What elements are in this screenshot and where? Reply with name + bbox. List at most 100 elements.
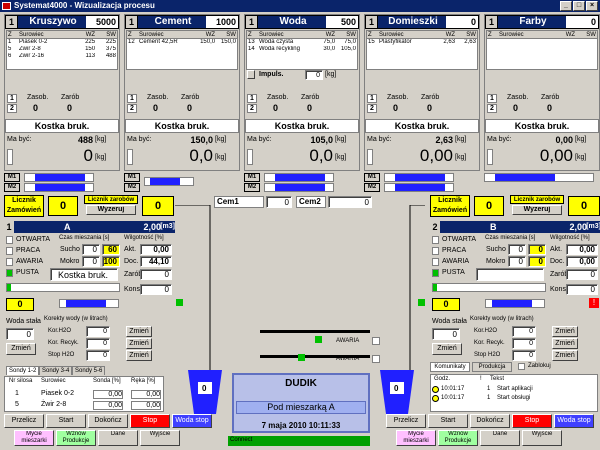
- zarob-value: 0: [547, 103, 553, 113]
- recipe-grid[interactable]: Z Surowiec WZ SW 13 Woda czysta 75,0 75,0 14 Woda…: [246, 30, 358, 70]
- correction-value[interactable]: 0: [86, 326, 110, 337]
- corrections-title: Korekty wody (w litrach): [44, 316, 108, 322]
- stop-button[interactable]: Stop: [130, 414, 170, 428]
- plant-diagram: [175, 205, 425, 375]
- maximize-button[interactable]: □: [573, 1, 585, 11]
- water-value[interactable]: 0: [6, 328, 34, 340]
- lock-checkbox[interactable]: [518, 363, 525, 370]
- wyjscie-button[interactable]: Wyjście: [522, 430, 562, 446]
- sucho-b[interactable]: 60: [102, 244, 120, 255]
- water-value[interactable]: 0: [432, 328, 460, 340]
- silo-capacity[interactable]: 1000: [206, 16, 238, 28]
- orders-counter-value: 0: [474, 196, 504, 216]
- ma-byc-value: 150,0: [190, 135, 213, 145]
- motor-m2[interactable]: M2: [4, 183, 20, 192]
- correction-change-button[interactable]: Zmień: [126, 338, 152, 349]
- correction-change-button[interactable]: Zmień: [126, 326, 152, 337]
- change-water-button[interactable]: Zmień: [6, 343, 36, 355]
- change-water-button[interactable]: Zmień: [432, 343, 462, 355]
- recipe-grid[interactable]: Z Surowiec WZ SW 1 Piasek 0-2 225 225 5 Żwir 2-8 1…: [6, 30, 118, 70]
- dokoncz-button[interactable]: Dokończ: [88, 414, 128, 428]
- reset-button[interactable]: Wyzeruj: [86, 205, 136, 215]
- tab-sondy-1[interactable]: Sondy 3-4: [39, 366, 73, 375]
- silo-capacity[interactable]: 0: [566, 16, 598, 28]
- mycie-button[interactable]: Mycie mieszarki: [14, 430, 54, 446]
- przelicz-button[interactable]: Przelicz: [386, 414, 426, 428]
- recipe-grid[interactable]: Z Surowiec WZ SW 15 Plastyfikator 2,63 2,63: [366, 30, 478, 70]
- motor-m1[interactable]: M1: [4, 173, 20, 182]
- table-row[interactable]: 15 Plastyfikator 2,63 2,63: [367, 39, 477, 46]
- correction-change-button[interactable]: Zmień: [552, 338, 578, 349]
- table-row[interactable]: 5 Żwir 2-8 150 375: [7, 46, 117, 53]
- sondy-cell[interactable]: 0,00: [93, 401, 123, 410]
- sondy-cell[interactable]: 0,00: [93, 390, 123, 399]
- correction-value[interactable]: 0: [86, 350, 110, 361]
- dane-button[interactable]: Dane: [480, 430, 520, 446]
- recipe-name: Kostka bruk.: [125, 119, 239, 133]
- wodastop-button[interactable]: Woda stop: [554, 414, 594, 428]
- motor-m2[interactable]: M2: [124, 183, 140, 192]
- correction-value[interactable]: 0: [512, 338, 536, 349]
- table-row[interactable]: 13 Woda czysta 75,0 75,0: [247, 39, 357, 46]
- state-led: [6, 269, 13, 277]
- start-button[interactable]: Start: [428, 414, 468, 428]
- mokro-b[interactable]: 100: [102, 256, 120, 267]
- correction-value[interactable]: 0: [512, 350, 536, 361]
- motor-m2[interactable]: M2: [364, 183, 380, 192]
- dokoncz-button[interactable]: Dokończ: [470, 414, 510, 428]
- tab-sondy-0[interactable]: Sondy 1-2: [6, 366, 40, 375]
- hopper-left-value: 0: [202, 384, 207, 393]
- correction-value[interactable]: 0: [86, 338, 110, 349]
- sondy-cell[interactable]: 0,00: [131, 401, 161, 410]
- weight-value: 0,0: [189, 146, 213, 165]
- correction-change-button[interactable]: Zmień: [552, 350, 578, 361]
- correction-change-button[interactable]: Zmień: [552, 326, 578, 337]
- messages-log[interactable]: [430, 374, 598, 412]
- alarm-icon[interactable]: !: [589, 298, 599, 308]
- sucho-a[interactable]: 0: [508, 244, 526, 255]
- tab-messages-1[interactable]: Produkcja: [472, 362, 512, 372]
- dane-button[interactable]: Dane: [98, 430, 138, 446]
- sucho-b[interactable]: 0: [528, 244, 546, 255]
- correction-change-button[interactable]: Zmień: [126, 350, 152, 361]
- tab-messages-0[interactable]: Komunikaty: [430, 362, 470, 372]
- przelicz-button[interactable]: Przelicz: [4, 414, 44, 428]
- stop-button[interactable]: Stop: [512, 414, 552, 428]
- impuls-value[interactable]: 0: [305, 70, 323, 80]
- grid-cell: 375: [105, 46, 116, 52]
- silo-number: 1: [486, 16, 498, 28]
- table-row[interactable]: 1 Piasek 0-2 225 225: [7, 39, 117, 46]
- mokro-a[interactable]: 0: [82, 256, 100, 267]
- zone-1: 1: [367, 94, 377, 103]
- start-button[interactable]: Start: [46, 414, 86, 428]
- silo-capacity[interactable]: 500: [326, 16, 358, 28]
- mokro-b[interactable]: 0: [528, 256, 546, 267]
- table-row[interactable]: 6 Żwir 2-16 113 488: [7, 53, 117, 60]
- reset-button[interactable]: Wyzeruj: [512, 205, 562, 215]
- recipe-grid[interactable]: Z Surowiec WZ SW: [486, 30, 598, 70]
- mokro-a[interactable]: 0: [508, 256, 526, 267]
- correction-value[interactable]: 0: [512, 326, 536, 337]
- table-row[interactable]: 14 Woda recykling 30,0 105,0: [247, 46, 357, 53]
- mycie-button[interactable]: Mycie mieszarki: [396, 430, 436, 446]
- tab-sondy-2[interactable]: Sondy 5-6: [72, 366, 106, 375]
- conveyor-m1: [384, 173, 454, 182]
- silo-capacity[interactable]: 5000: [86, 16, 118, 28]
- motor-m2[interactable]: M2: [244, 183, 260, 192]
- table-row[interactable]: 12 Cement 42,5R 150,0 150,0: [127, 39, 237, 46]
- silo-capacity[interactable]: 0: [446, 16, 478, 28]
- wyjscie-button[interactable]: Wyjście: [140, 430, 180, 446]
- close-button[interactable]: ×: [586, 1, 598, 11]
- recipe-grid[interactable]: Z Surowiec WZ SW 12 Cement 42,5R 150,0 150,0: [126, 30, 238, 70]
- wznow-button[interactable]: Wznów Produkcje: [438, 430, 478, 446]
- sondy-cell[interactable]: 0,00: [131, 390, 161, 399]
- impuls-toggle[interactable]: [247, 70, 255, 79]
- motor-m1[interactable]: M1: [364, 173, 380, 182]
- motor-m1[interactable]: M1: [124, 173, 140, 182]
- wznow-button[interactable]: Wznów Produkcje: [56, 430, 96, 446]
- mixing-progress: [6, 283, 120, 292]
- wodastop-button[interactable]: Woda stop: [172, 414, 212, 428]
- sucho-a[interactable]: 0: [82, 244, 100, 255]
- motor-m1[interactable]: M1: [244, 173, 260, 182]
- minimize-button[interactable]: _: [560, 1, 572, 11]
